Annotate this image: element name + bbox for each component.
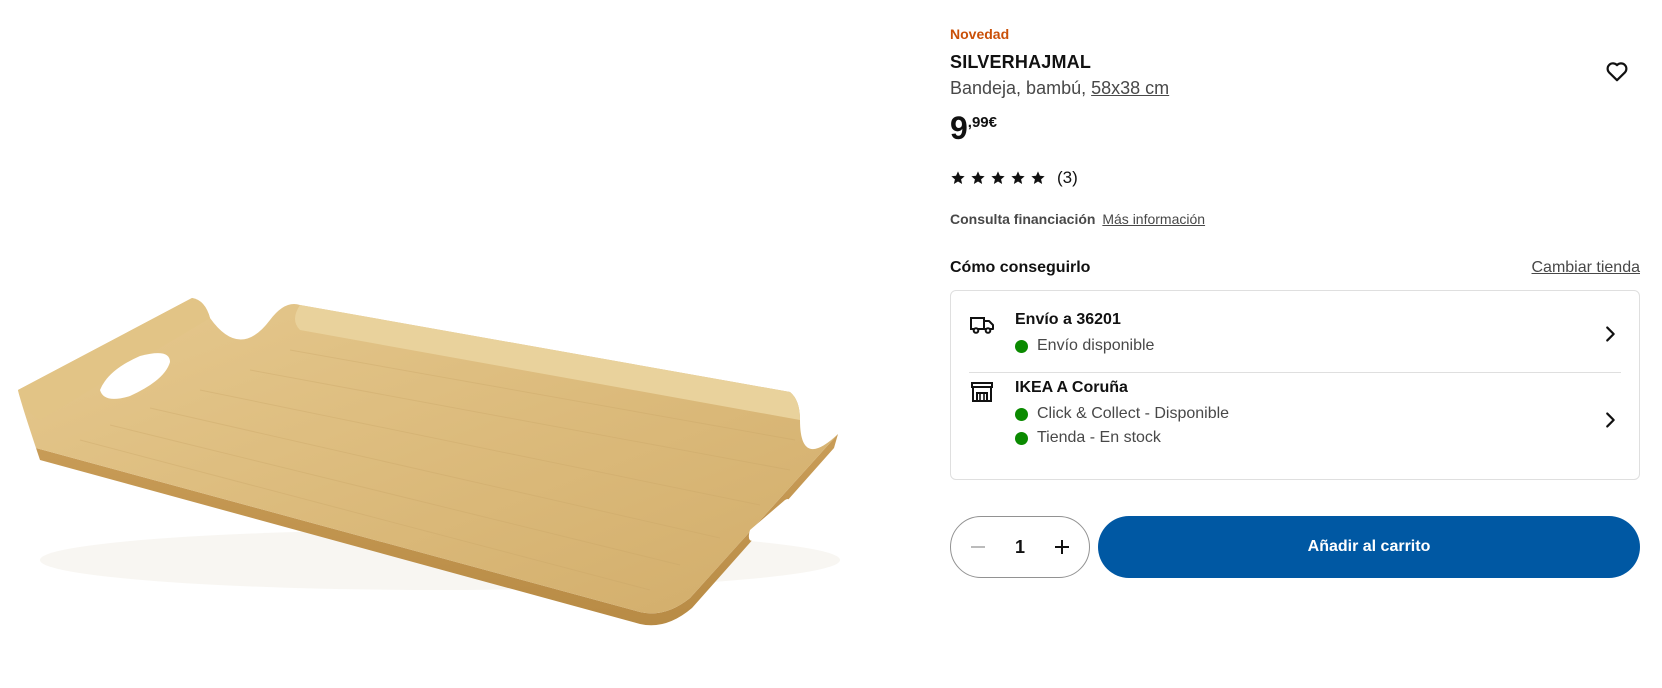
new-badge: Novedad [950,26,1010,42]
financing-row: Consulta financiación Más información [950,211,1205,227]
delivery-option[interactable]: Envío a 36201 Envío disponible [969,305,1621,365]
decrease-quantity-button[interactable] [963,532,993,562]
truck-icon [970,317,994,334]
rating-stars [950,170,1046,186]
store-status-1: Click & Collect - Disponible [1015,405,1229,423]
star-icon [1031,171,1045,184]
delivery-status: Envío disponible [1015,337,1154,355]
star-icon [991,171,1005,184]
store-option[interactable]: IKEA A Coruña Click & Collect - Disponib… [969,373,1621,473]
quantity-input[interactable] [1000,536,1040,558]
star-icon [1011,171,1025,184]
product-description-text: Bandeja, bambú, [950,78,1087,98]
delivery-status-text: Envío disponible [1037,337,1155,354]
product-rating[interactable]: (3) [950,168,1078,188]
price-decimal: ,99€ [967,114,997,131]
product-image [0,0,880,688]
plus-icon [1055,540,1069,554]
status-dot-icon [1015,339,1028,353]
status-dot-icon [1015,431,1028,445]
increase-quantity-button[interactable] [1047,532,1077,562]
star-icon [951,171,965,184]
store-status-2-text: Tienda - En stock [1037,429,1161,446]
status-dot-icon [1015,407,1028,421]
store-title: IKEA A Coruña [1015,379,1128,396]
financing-more-info-link[interactable]: Más información [1102,211,1205,227]
add-to-cart-button[interactable]: Añadir al carrito [1098,516,1640,578]
product-price: 9,99€ [950,110,997,146]
product-info-panel: Novedad SILVERHAJMAL Bandeja, bambú, 58x… [950,0,1640,688]
delivery-title: Envío a 36201 [1015,311,1121,328]
favorite-heart-icon[interactable] [1604,58,1630,84]
product-description: Bandeja, bambú, 58x38 cm [950,78,1169,99]
product-size-link[interactable]: 58x38 cm [1091,78,1169,98]
store-status-2: Tienda - En stock [1015,429,1161,447]
star-icon [971,171,985,184]
rating-count: (3) [1057,168,1078,187]
store-icon [971,382,993,402]
product-name: SILVERHAJMAL [950,52,1092,72]
chevron-right-icon [1606,412,1615,428]
bamboo-tray-image [18,298,840,626]
minus-icon [971,546,985,548]
price-integer: 9 [950,110,968,146]
chevron-right-icon [1606,326,1615,342]
financing-label: Consulta financiación [950,211,1096,227]
how-to-get-title: Cómo conseguirlo [950,259,1091,276]
change-store-link[interactable]: Cambiar tienda [1532,259,1641,277]
availability-box: Envío a 36201 Envío disponible IKEA A Co… [950,290,1640,480]
quantity-stepper [950,516,1090,578]
store-status-1-text: Click & Collect - Disponible [1037,405,1230,422]
